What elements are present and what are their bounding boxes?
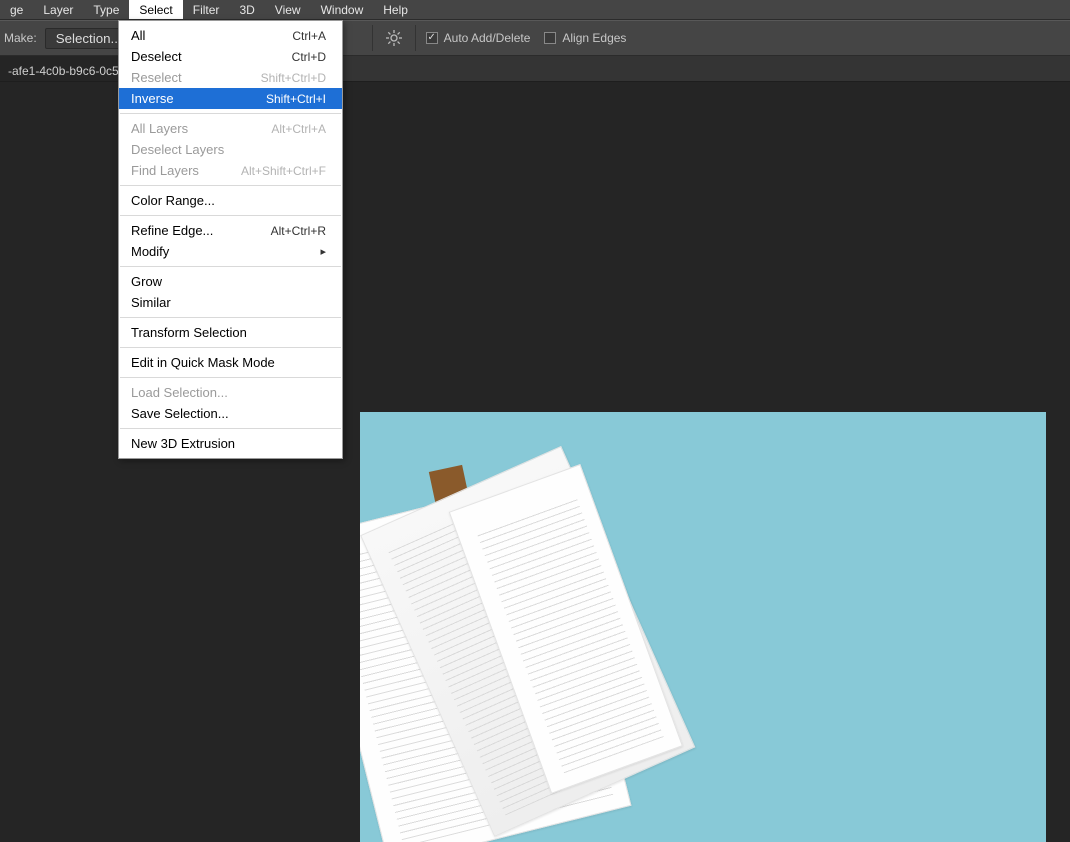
menu-item-label: Save Selection... — [131, 406, 229, 421]
menu-separator — [120, 185, 341, 186]
menu-select[interactable]: Select — [129, 0, 182, 19]
menu-item-load-selection: Load Selection... — [119, 382, 342, 403]
menu-layer[interactable]: Layer — [33, 0, 83, 19]
book-illustration — [360, 412, 811, 842]
menu-separator — [120, 317, 341, 318]
menu-item-all-layers: All Layers Alt+Ctrl+A — [119, 118, 342, 139]
menu-item-shortcut: Shift+Ctrl+I — [266, 92, 326, 106]
menu-separator — [120, 428, 341, 429]
menu-help[interactable]: Help — [373, 0, 418, 19]
auto-add-delete-checkbox[interactable]: Auto Add/Delete — [426, 31, 531, 45]
menu-3d[interactable]: 3D — [229, 0, 264, 19]
menu-item-label: Similar — [131, 295, 171, 310]
menu-view[interactable]: View — [265, 0, 311, 19]
menu-ge[interactable]: ge — [0, 0, 33, 19]
menu-item-all[interactable]: All Ctrl+A — [119, 25, 342, 46]
menu-item-label: Deselect — [131, 49, 182, 64]
menu-item-shortcut: Ctrl+A — [292, 29, 326, 43]
menu-item-label: Deselect Layers — [131, 142, 224, 157]
menu-separator — [120, 215, 341, 216]
separator — [415, 25, 416, 51]
checkbox-icon — [544, 32, 556, 44]
menu-item-label: All Layers — [131, 121, 188, 136]
menu-item-label: Grow — [131, 274, 162, 289]
menu-item-label: Inverse — [131, 91, 174, 106]
menu-item-label: Load Selection... — [131, 385, 228, 400]
menu-separator — [120, 347, 341, 348]
menu-item-inverse[interactable]: Inverse Shift+Ctrl+I — [119, 88, 342, 109]
auto-add-delete-label: Auto Add/Delete — [444, 31, 531, 45]
menu-item-deselect-layers: Deselect Layers — [119, 139, 342, 160]
menu-item-color-range[interactable]: Color Range... — [119, 190, 342, 211]
menu-separator — [120, 266, 341, 267]
menu-item-find-layers: Find Layers Alt+Shift+Ctrl+F — [119, 160, 342, 181]
menu-item-save-selection[interactable]: Save Selection... — [119, 403, 342, 424]
align-edges-label: Align Edges — [562, 31, 626, 45]
menu-item-label: New 3D Extrusion — [131, 436, 235, 451]
menu-item-shortcut: Shift+Ctrl+D — [261, 71, 326, 85]
menu-separator — [120, 377, 341, 378]
menu-item-label: Refine Edge... — [131, 223, 213, 238]
menu-bar: geLayerTypeSelectFilter3DViewWindowHelp — [0, 0, 1070, 20]
menu-filter[interactable]: Filter — [183, 0, 230, 19]
menu-item-shortcut: Alt+Ctrl+R — [271, 224, 326, 238]
menu-item-label: Find Layers — [131, 163, 199, 178]
menu-item-shortcut: Alt+Shift+Ctrl+F — [241, 164, 326, 178]
menu-item-new-3d-extrusion[interactable]: New 3D Extrusion — [119, 433, 342, 454]
align-edges-checkbox[interactable]: Align Edges — [544, 31, 626, 45]
menu-item-label: Transform Selection — [131, 325, 247, 340]
menu-item-modify[interactable]: Modify — [119, 241, 342, 262]
menu-item-similar[interactable]: Similar — [119, 292, 342, 313]
menu-item-shortcut: Ctrl+D — [292, 50, 326, 64]
make-label: Make: — [0, 31, 37, 45]
document-tab-label: -afe1-4c0b-b9c6-0c50 — [8, 64, 125, 78]
checkbox-icon — [426, 32, 438, 44]
menu-item-label: Color Range... — [131, 193, 215, 208]
menu-item-transform-selection[interactable]: Transform Selection — [119, 322, 342, 343]
menu-item-deselect[interactable]: Deselect Ctrl+D — [119, 46, 342, 67]
menu-item-label: All — [131, 28, 145, 43]
menu-window[interactable]: Window — [311, 0, 374, 19]
menu-item-label: Edit in Quick Mask Mode — [131, 355, 275, 370]
menu-item-grow[interactable]: Grow — [119, 271, 342, 292]
menu-item-label: Modify — [131, 244, 169, 259]
menu-type[interactable]: Type — [83, 0, 129, 19]
menu-item-edit-in-quick-mask-mode[interactable]: Edit in Quick Mask Mode — [119, 352, 342, 373]
canvas[interactable] — [360, 412, 1046, 842]
menu-separator — [120, 113, 341, 114]
menu-item-reselect: Reselect Shift+Ctrl+D — [119, 67, 342, 88]
menu-item-refine-edge[interactable]: Refine Edge... Alt+Ctrl+R — [119, 220, 342, 241]
separator — [372, 25, 373, 51]
menu-item-shortcut: Alt+Ctrl+A — [271, 122, 326, 136]
gear-icon[interactable] — [383, 27, 405, 49]
select-menu-dropdown: All Ctrl+A Deselect Ctrl+D Reselect Shift+Ctr… — [118, 20, 343, 459]
menu-item-label: Reselect — [131, 70, 182, 85]
